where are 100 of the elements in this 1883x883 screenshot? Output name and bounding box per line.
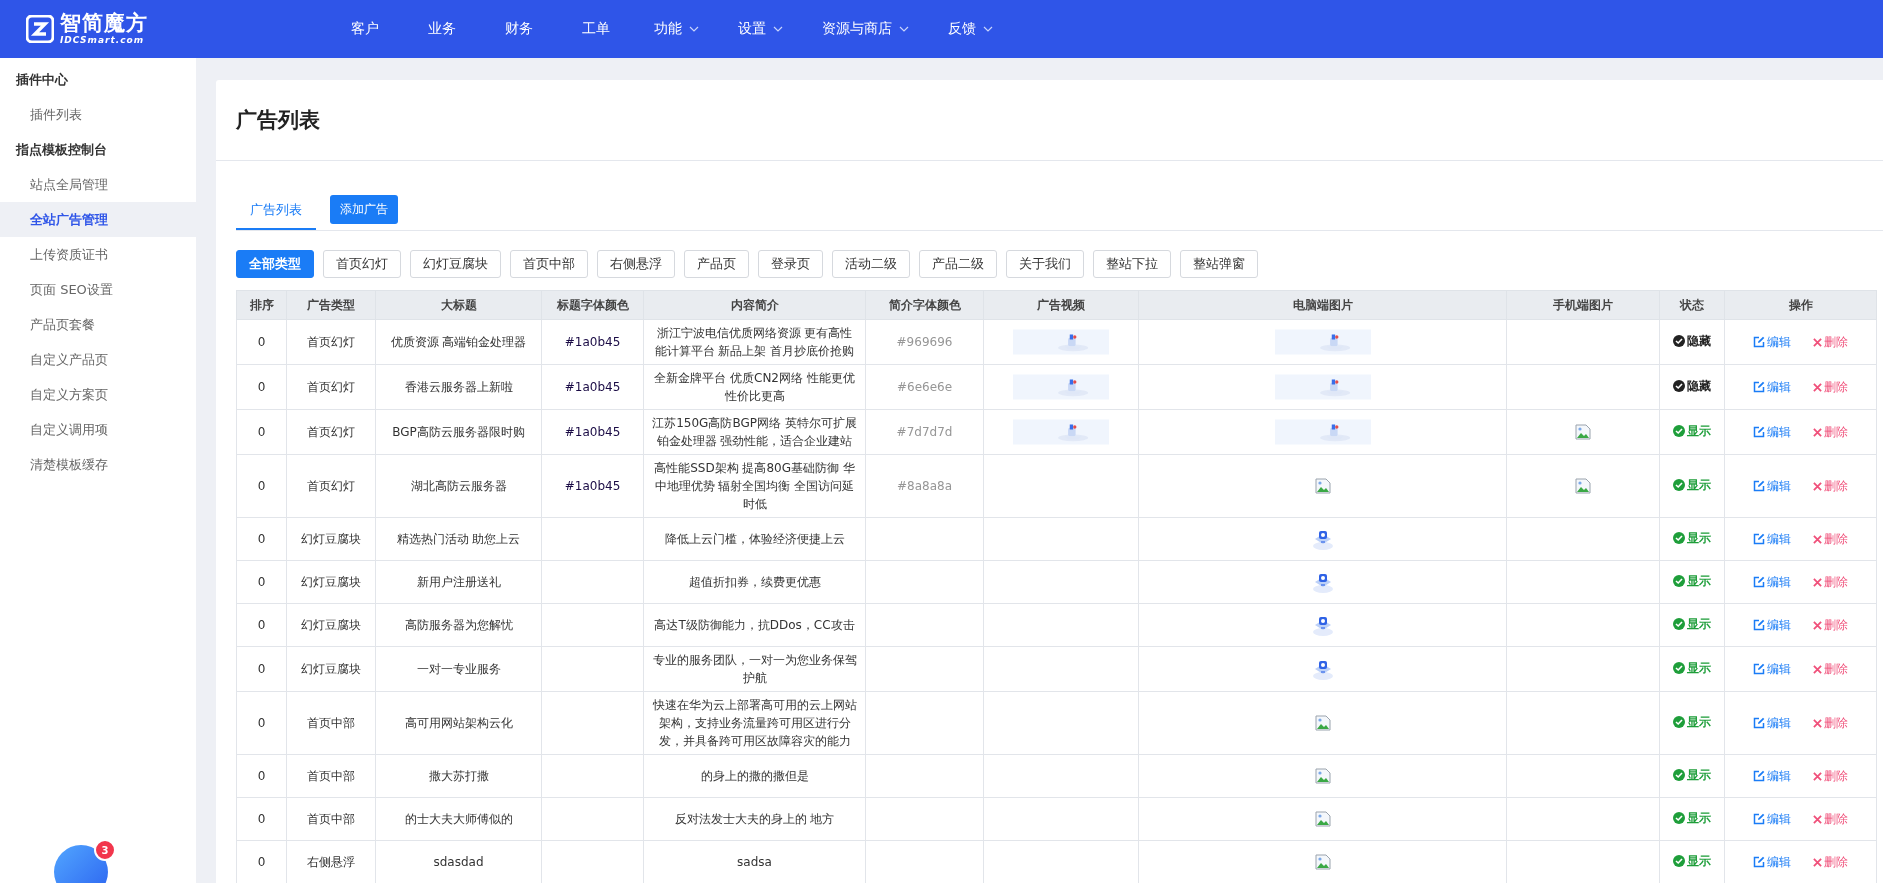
filter-button[interactable]: 产品页 <box>684 250 749 278</box>
column-header: 简介字体颜色 <box>865 290 984 320</box>
filter-button[interactable]: 右侧悬浮 <box>597 250 675 278</box>
edit-link[interactable]: 编辑 <box>1753 810 1791 828</box>
close-icon <box>1813 620 1822 630</box>
delete-link[interactable]: 删除 <box>1813 616 1848 634</box>
column-header: 手机端图片 <box>1506 290 1660 320</box>
nav-item[interactable]: 功能 <box>634 20 718 38</box>
sidebar-item[interactable]: 插件列表 <box>0 97 196 132</box>
edit-link[interactable]: 编辑 <box>1753 423 1791 441</box>
delete-link[interactable]: 删除 <box>1813 810 1848 828</box>
delete-link[interactable]: 删除 <box>1813 767 1848 785</box>
table-cell: #7d7d7d <box>865 409 984 455</box>
delete-link[interactable]: 删除 <box>1813 333 1848 351</box>
add-button[interactable]: 添加广告 <box>330 195 398 224</box>
sidebar-item[interactable]: 上传资质证书 <box>0 237 196 272</box>
table-cell: 首页幻灯 <box>286 364 376 410</box>
close-icon <box>1813 427 1822 437</box>
delete-link[interactable]: 删除 <box>1813 573 1848 591</box>
filter-button[interactable]: 整站弹窗 <box>1180 250 1258 278</box>
close-icon <box>1813 337 1822 347</box>
table-cell: #1a0b45 <box>541 454 644 518</box>
table-cell: #6e6e6e <box>865 364 984 410</box>
edit-link[interactable]: 编辑 <box>1753 853 1791 871</box>
nav-item[interactable]: 设置 <box>718 20 802 38</box>
edit-link[interactable]: 编辑 <box>1753 660 1791 678</box>
filter-button[interactable]: 全部类型 <box>236 250 314 278</box>
table-cell: 幻灯豆腐块 <box>286 603 376 647</box>
table-cell: 幻灯豆腐块 <box>286 646 376 692</box>
sidebar-heading[interactable]: 指点模板控制台 <box>0 132 196 167</box>
table-cell: 首页幻灯 <box>286 409 376 455</box>
table-cell: 0 <box>236 797 287 841</box>
table-cell: 0 <box>236 646 287 692</box>
sidebar-item[interactable]: 全站广告管理 <box>0 202 196 237</box>
broken-image-icon <box>1314 854 1331 870</box>
delete-link[interactable]: 删除 <box>1813 477 1848 495</box>
sidebar-item[interactable]: 站点全局管理 <box>0 167 196 202</box>
edit-link[interactable]: 编辑 <box>1753 530 1791 548</box>
close-icon <box>1813 857 1822 867</box>
filter-button[interactable]: 首页幻灯 <box>323 250 401 278</box>
edit-icon <box>1753 480 1765 492</box>
table-cell: 幻灯豆腐块 <box>286 517 376 561</box>
edit-icon <box>1753 717 1765 729</box>
filter-button[interactable]: 整站下拉 <box>1093 250 1171 278</box>
edit-link[interactable]: 编辑 <box>1753 378 1791 396</box>
nav-item[interactable]: 客户 <box>326 20 403 38</box>
edit-link[interactable]: 编辑 <box>1753 767 1791 785</box>
delete-link[interactable]: 删除 <box>1813 378 1848 396</box>
brand-domain: IDCSmart.com <box>60 36 146 45</box>
status-text: 显示 <box>1687 423 1711 440</box>
edit-link[interactable]: 编辑 <box>1753 477 1791 495</box>
brand-name: 智简魔方 <box>60 13 148 34</box>
table-cell: 反对法发士大夫的身上的 地方 <box>643 797 866 841</box>
sidebar-item[interactable]: 自定义方案页 <box>0 377 196 412</box>
assistant-button[interactable] <box>54 845 108 883</box>
sidebar-item[interactable]: 自定义调用项 <box>0 412 196 447</box>
sidebar-item[interactable]: 产品页套餐 <box>0 307 196 342</box>
nav-item[interactable]: 资源与商店 <box>802 20 928 38</box>
nav-item[interactable]: 工单 <box>557 20 634 38</box>
broken-image-icon <box>1314 768 1331 784</box>
nav-item[interactable]: 业务 <box>403 20 480 38</box>
filter-button[interactable]: 登录页 <box>758 250 823 278</box>
delete-link[interactable]: 删除 <box>1813 853 1848 871</box>
table-cell: 浙江宁波电信优质网络资源 更有高性能计算平台 新品上架 首月抄底价抢购 <box>643 319 866 365</box>
edit-link[interactable]: 编辑 <box>1753 714 1791 732</box>
logo-icon <box>26 15 54 43</box>
column-header: 广告视频 <box>983 290 1139 320</box>
sidebar-item[interactable]: 清楚模板缓存 <box>0 447 196 482</box>
edit-icon <box>1753 533 1765 545</box>
table-cell: 首页中部 <box>286 754 376 798</box>
edit-link[interactable]: 编辑 <box>1753 573 1791 591</box>
delete-link[interactable]: 删除 <box>1813 660 1848 678</box>
delete-link[interactable]: 删除 <box>1813 714 1848 732</box>
filter-button[interactable]: 首页中部 <box>510 250 588 278</box>
sidebar-item[interactable]: 页面 SEO设置 <box>0 272 196 307</box>
status-text: 显示 <box>1687 530 1711 547</box>
edit-link[interactable]: 编辑 <box>1753 333 1791 351</box>
filter-button[interactable]: 幻灯豆腐块 <box>410 250 501 278</box>
table-cell: 0 <box>236 409 287 455</box>
table-cell: 0 <box>236 517 287 561</box>
edit-icon <box>1753 770 1765 782</box>
delete-link[interactable]: 删除 <box>1813 423 1848 441</box>
status-text: 显示 <box>1687 853 1711 870</box>
notification-badge: 3 <box>94 839 116 861</box>
delete-link[interactable]: 删除 <box>1813 530 1848 548</box>
table-cell: 高可用网站架构云化 <box>375 691 542 755</box>
sidebar-item[interactable]: 自定义产品页 <box>0 342 196 377</box>
filter-button[interactable]: 活动二级 <box>832 250 910 278</box>
nav-item[interactable]: 财务 <box>480 20 557 38</box>
sidebar-heading[interactable]: 插件中心 <box>0 62 196 97</box>
status-text: 显示 <box>1687 810 1711 827</box>
table-cell: #969696 <box>865 319 984 365</box>
table-cell: 快速在华为云上部署高可用的云上网站架构，支持业务流量跨可用区进行分发，并具备跨可用区故障容灾的能力 <box>643 691 866 755</box>
nav-item[interactable]: 反馈 <box>928 20 1012 38</box>
tab[interactable]: 广告列表 <box>236 195 316 230</box>
edit-link[interactable]: 编辑 <box>1753 616 1791 634</box>
edit-icon <box>1753 619 1765 631</box>
table-cell: 高达T级防御能力，抗DDos，CC攻击 <box>643 603 866 647</box>
filter-button[interactable]: 关于我们 <box>1006 250 1084 278</box>
filter-button[interactable]: 产品二级 <box>919 250 997 278</box>
